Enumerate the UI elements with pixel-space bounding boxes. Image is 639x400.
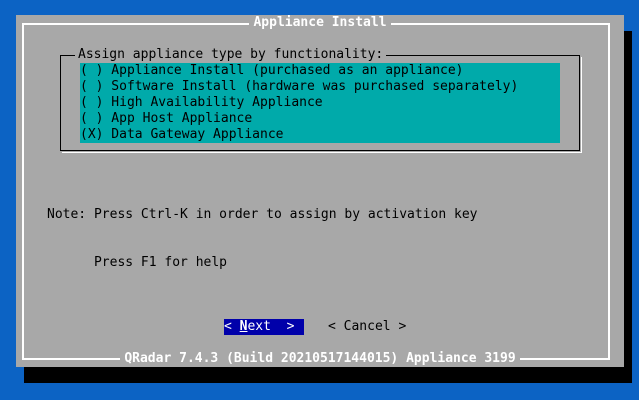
next-button-open: < — [224, 319, 240, 334]
radio-option-software-install[interactable]: ( ) Software Install (hardware was purch… — [80, 79, 560, 95]
radio-option-data-gateway[interactable]: (X) Data Gateway Appliance — [80, 127, 560, 143]
next-button[interactable]: < Next > — [224, 319, 304, 335]
radio-option-high-availability[interactable]: ( ) High Availability Appliance — [80, 95, 560, 111]
appliance-type-radio-list: ( ) Appliance Install (purchased as an a… — [80, 63, 560, 143]
next-button-rest: ext > — [247, 319, 295, 334]
cancel-button[interactable]: < Cancel > — [328, 319, 406, 335]
radio-option-appliance-install[interactable]: ( ) Appliance Install (purchased as an a… — [80, 63, 560, 79]
version-footer: QRadar 7.4.3 (Build 20210517144015) Appl… — [120, 351, 520, 366]
group-label: Assign appliance type by functionality: — [75, 47, 387, 63]
note-f1-help: Press F1 for help — [47, 255, 228, 270]
help-note: Note: Press Ctrl-K in order to assign by… — [47, 175, 477, 303]
appliance-install-dialog: Appliance Install Assign appliance type … — [16, 15, 624, 367]
button-row: < Next > < Cancel > — [224, 319, 406, 335]
dialog-footer-bar: QRadar 7.4.3 (Build 20210517144015) Appl… — [16, 351, 624, 367]
radio-option-app-host[interactable]: ( ) App Host Appliance — [80, 111, 560, 127]
dialog-title-bar: Appliance Install — [16, 15, 624, 31]
note-activation-key: Note: Press Ctrl-K in order to assign by… — [47, 207, 478, 222]
dialog-title: Appliance Install — [249, 15, 391, 30]
